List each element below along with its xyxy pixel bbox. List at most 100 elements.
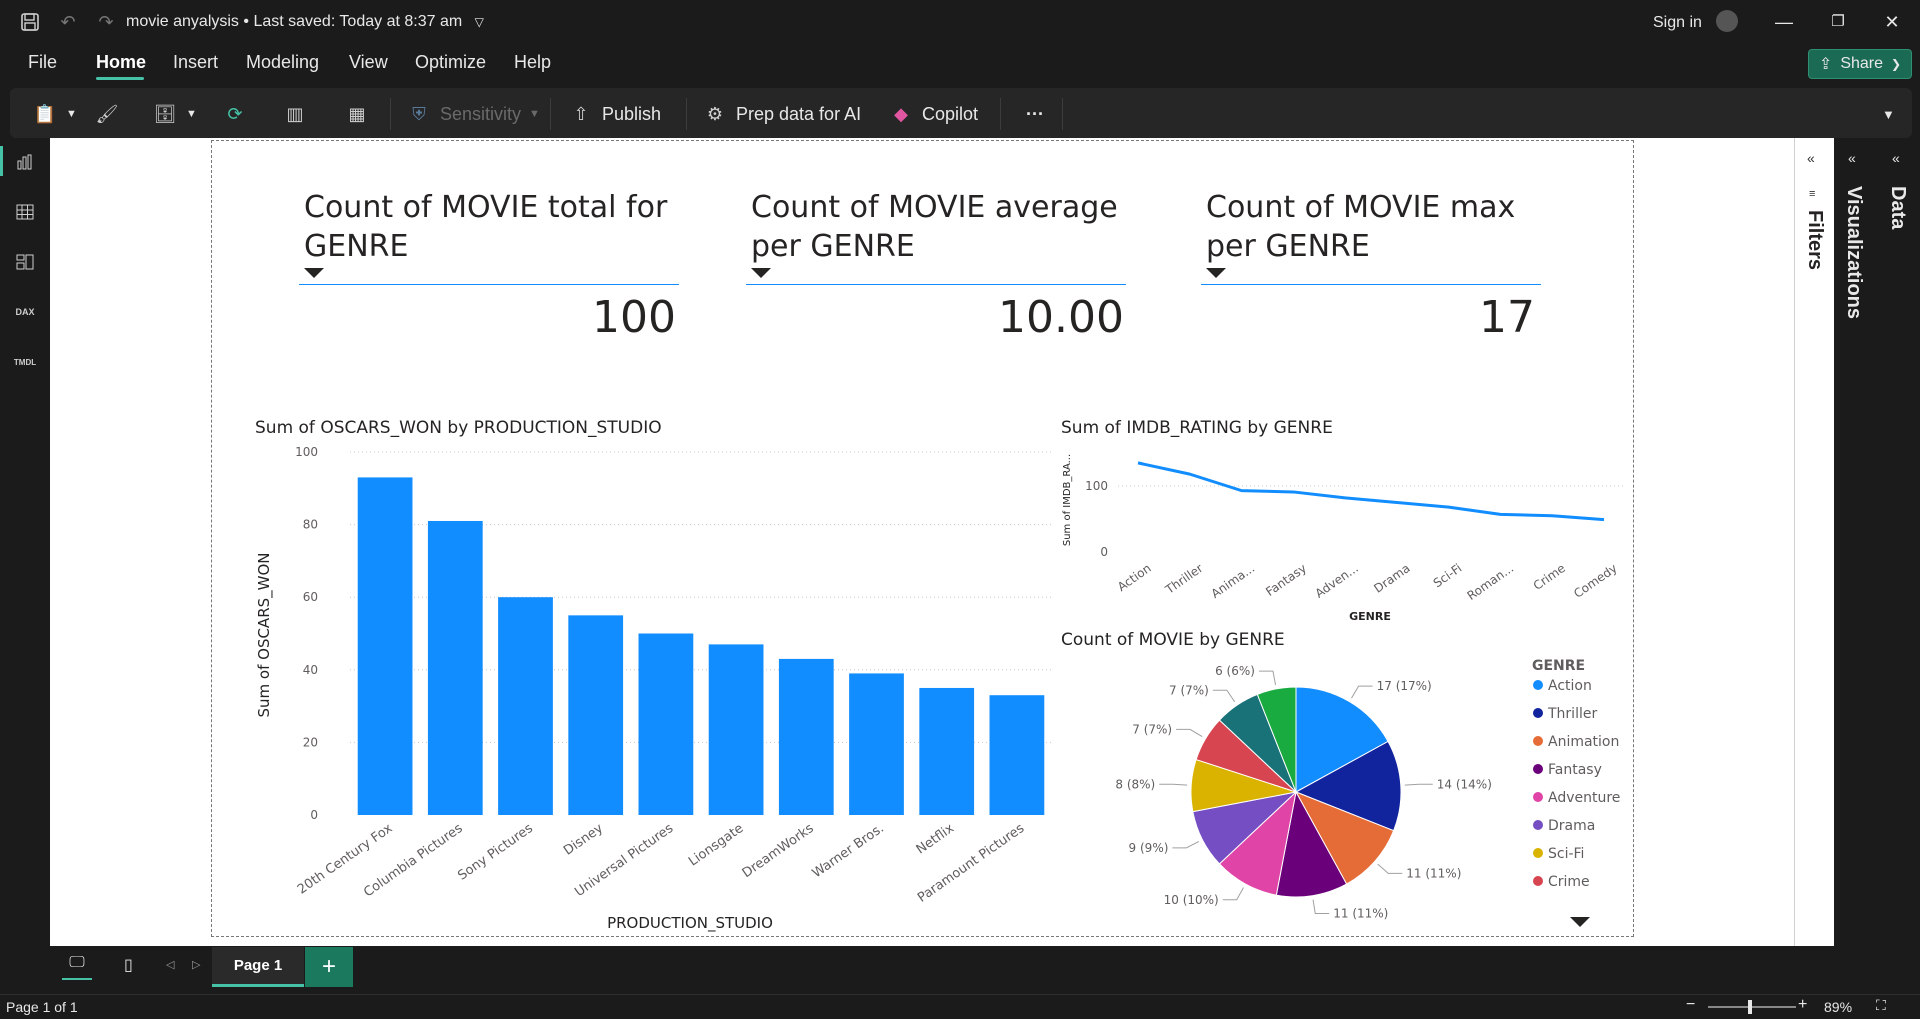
publish-label: Publish xyxy=(602,103,662,124)
close-button[interactable]: ✕ xyxy=(1880,12,1904,33)
chevron-down-icon: ▼ xyxy=(529,108,540,120)
refresh-button[interactable]: ⟳ xyxy=(222,100,248,128)
chevron-left-icon[interactable]: « xyxy=(1807,150,1815,166)
add-page-button[interactable]: + xyxy=(305,947,353,987)
refresh-icon: ⟳ xyxy=(227,103,243,124)
next-page-icon[interactable]: ▷ xyxy=(192,958,200,971)
more-label: ··· xyxy=(1026,103,1044,124)
kpi-value: 10.00 xyxy=(998,292,1124,343)
caret-down-icon xyxy=(751,268,771,278)
data-pane-label[interactable]: Data xyxy=(1886,186,1909,229)
sensitivity-button[interactable]: ⛨ Sensitivity ▼ xyxy=(406,100,540,128)
dax-query-view-icon[interactable]: DAX xyxy=(13,300,37,324)
database-sparkle-icon: ⚙ xyxy=(706,103,724,124)
menu-insert[interactable]: Insert xyxy=(173,52,218,73)
fit-to-page-icon[interactable]: ⛶ xyxy=(1876,997,1886,1014)
kpi-card-average[interactable]: Count of MOVIE average per GENRE 10.00 xyxy=(746,188,1126,343)
get-data-button[interactable]: 🗄 ▼ xyxy=(152,100,197,128)
bar-chart-icon: ▥ xyxy=(286,103,304,124)
calculator-icon: ▦ xyxy=(348,103,366,124)
share-icon: ⇪ xyxy=(1818,56,1833,73)
chevron-down-icon: ▼ xyxy=(186,108,197,120)
prev-page-icon[interactable]: ◁ xyxy=(166,958,174,971)
chevron-down-icon: ▼ xyxy=(1882,106,1895,122)
clipboard-icon: 📋 xyxy=(33,103,57,124)
menu-optimize[interactable]: Optimize xyxy=(415,52,486,73)
filters-label: Filters xyxy=(1804,210,1826,271)
more-options-button[interactable]: ··· xyxy=(1026,100,1044,128)
mobile-layout-icon[interactable]: ▯ xyxy=(124,955,133,975)
document-title[interactable]: movie anyalysis • Last saved: Today at 8… xyxy=(126,13,484,31)
filter-icon: ≡ xyxy=(1809,188,1816,200)
bar-chart-title: Sum of OSCARS_WON by PRODUCTION_STUDIO xyxy=(255,418,662,438)
model-view-icon[interactable] xyxy=(13,250,37,274)
ribbon-separator xyxy=(550,98,551,130)
ribbon-separator xyxy=(390,98,391,130)
kpi-divider xyxy=(746,284,1126,285)
undo-icon[interactable]: ↶ xyxy=(56,10,80,34)
pie-chart-title: Count of MOVIE by GENRE xyxy=(1061,630,1285,650)
tmdl-view-icon[interactable]: TMDL xyxy=(13,350,37,374)
status-bar: Page 1 of 1 − + 89% ⛶ xyxy=(0,994,1920,1019)
user-avatar-icon xyxy=(1716,10,1739,32)
prep-data-button[interactable]: ⚙ Prep data for AI xyxy=(702,100,861,128)
paste-button[interactable]: 📋 ▼ xyxy=(32,100,77,128)
active-menu-indicator xyxy=(96,77,144,80)
zoom-slider-thumb[interactable] xyxy=(1748,1000,1752,1014)
chevron-left-icon[interactable]: « xyxy=(1848,150,1856,166)
minimize-button[interactable]: — xyxy=(1772,12,1796,33)
menu-file[interactable]: File xyxy=(28,52,57,73)
menu-help[interactable]: Help xyxy=(514,52,551,73)
kpi-card-total[interactable]: Count of MOVIE total for GENRE 100 xyxy=(299,188,679,343)
sign-in-button[interactable]: Sign in xyxy=(1653,10,1739,34)
kpi-card-max[interactable]: Count of MOVIE max per GENRE 17 xyxy=(1201,188,1541,343)
prep-data-label: Prep data for AI xyxy=(736,103,862,124)
shield-icon: ⛨ xyxy=(412,103,426,124)
left-nav: DAX TMDL xyxy=(0,140,50,947)
chevron-down-icon: ▼ xyxy=(66,108,77,120)
menu-modeling[interactable]: Modeling xyxy=(246,52,319,73)
chevron-left-icon[interactable]: « xyxy=(1892,150,1900,166)
ribbon-separator xyxy=(1062,98,1063,130)
publish-icon: ⇧ xyxy=(573,103,589,124)
chevron-down-icon: ❯ xyxy=(1891,57,1902,71)
format-painter-button[interactable]: 🖌 xyxy=(94,100,120,128)
table-view-icon[interactable] xyxy=(13,200,37,224)
share-button[interactable]: ⇪ Share ❯ xyxy=(1808,49,1912,79)
menu-bar: File Home Insert Modeling View Optimize … xyxy=(0,44,1920,84)
save-icon[interactable] xyxy=(18,10,42,34)
collapse-ribbon-button[interactable]: ▼ xyxy=(1882,100,1895,128)
title-bar: ↶ ↷ movie anyalysis • Last saved: Today … xyxy=(0,0,1920,44)
zoom-in-icon[interactable]: + xyxy=(1798,996,1807,1014)
menu-home[interactable]: Home xyxy=(96,52,146,73)
kpi-title: Count of MOVIE max per GENRE xyxy=(1206,190,1516,264)
zoom-slider[interactable] xyxy=(1708,1000,1796,1014)
sign-in-label: Sign in xyxy=(1653,14,1702,32)
kpi-divider xyxy=(1201,284,1541,285)
new-visual-button[interactable]: ▥ xyxy=(282,100,308,128)
restore-button[interactable]: ❐ xyxy=(1826,12,1850,30)
new-measure-button[interactable]: ▦ xyxy=(344,100,370,128)
caret-down-icon xyxy=(1206,268,1226,278)
desktop-layout-icon[interactable]: 🖵 xyxy=(62,954,92,980)
zoom-out-icon[interactable]: − xyxy=(1686,996,1695,1014)
kpi-title: Count of MOVIE total for GENRE xyxy=(304,190,668,264)
visualizations-pane-label[interactable]: Visualizations xyxy=(1842,186,1865,319)
report-view-icon[interactable] xyxy=(13,150,37,174)
database-icon: 🗄 xyxy=(153,103,177,124)
active-view-indicator xyxy=(0,146,3,176)
doc-name: movie anyalysis xyxy=(126,13,239,30)
sensitivity-label: Sensitivity xyxy=(440,103,522,124)
copilot-label: Copilot xyxy=(922,103,979,124)
kpi-divider xyxy=(299,284,679,285)
ribbon-toolbar: 📋 ▼ 🖌 🗄 ▼ ⟳ ▥ ▦ ⛨ Sensitivity ▼ ⇧ Publish ⚙ Pr… xyxy=(10,88,1912,138)
plus-icon: + xyxy=(321,953,336,980)
copilot-button[interactable]: ◆ Copilot xyxy=(888,100,978,128)
redo-icon[interactable]: ↷ xyxy=(94,10,118,34)
share-label: Share xyxy=(1840,55,1884,72)
filters-pane[interactable]: « ≡ Filters xyxy=(1794,138,1834,946)
page-tab[interactable]: Page 1 xyxy=(212,947,304,987)
menu-view[interactable]: View xyxy=(349,52,388,73)
caret-down-icon xyxy=(304,268,324,278)
publish-button[interactable]: ⇧ Publish xyxy=(568,100,661,128)
